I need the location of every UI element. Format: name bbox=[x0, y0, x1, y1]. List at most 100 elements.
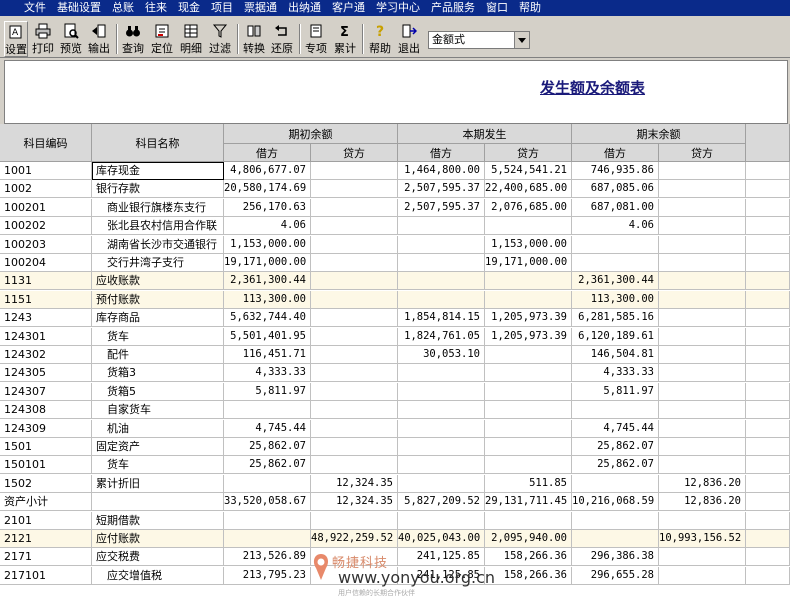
cell-current-debit[interactable]: 1,854,814.15 bbox=[398, 309, 485, 328]
cell-spacer[interactable] bbox=[746, 364, 790, 383]
cell-current-credit[interactable]: 29,131,711.45 bbox=[485, 493, 572, 512]
cell-current-credit[interactable]: 158,266.36 bbox=[485, 548, 572, 567]
export-button[interactable]: 输出 bbox=[86, 21, 112, 57]
table-row[interactable]: 217101 应交增值税 213,795.23 241,125.85 158,266.… bbox=[0, 566, 790, 585]
table-row[interactable]: 150101 货车 25,862.07 25,862.07 bbox=[0, 456, 790, 475]
cell-current-credit[interactable] bbox=[485, 272, 572, 291]
cell-opening-credit[interactable] bbox=[311, 309, 398, 328]
cell-opening-debit[interactable] bbox=[224, 530, 311, 548]
table-row[interactable]: 2171 应交税费 213,526.89 241,125.85 158,266.36 29… bbox=[0, 548, 790, 567]
cell-closing-credit[interactable]: 10,993,156.52 bbox=[659, 530, 746, 548]
cell-spacer[interactable] bbox=[746, 401, 790, 420]
cell-opening-debit[interactable]: 25,862.07 bbox=[224, 456, 311, 475]
cell-code[interactable]: 150101 bbox=[0, 456, 92, 475]
cell-spacer[interactable] bbox=[746, 162, 790, 180]
cell-current-debit[interactable]: 1,824,761.05 bbox=[398, 327, 485, 346]
cell-current-debit[interactable]: 2,507,595.37 bbox=[398, 180, 485, 199]
table-row[interactable]: 100204 交行井湾子支行 19,171,000.00 19,171,000.00 bbox=[0, 254, 790, 272]
cell-code[interactable]: 资产小计 bbox=[0, 493, 92, 512]
cell-closing-debit[interactable]: 6,281,585.16 bbox=[572, 309, 659, 328]
cell-current-debit[interactable] bbox=[398, 438, 485, 456]
cell-code[interactable]: 124302 bbox=[0, 346, 92, 364]
cell-closing-debit[interactable]: 4.06 bbox=[572, 217, 659, 236]
cell-current-credit[interactable] bbox=[485, 438, 572, 456]
cell-opening-credit[interactable] bbox=[311, 254, 398, 272]
cell-closing-debit[interactable]: 746,935.86 bbox=[572, 162, 659, 180]
cell-current-credit[interactable]: 1,205,973.39 bbox=[485, 309, 572, 328]
cell-name[interactable]: 应交增值税 bbox=[92, 566, 224, 585]
cell-spacer[interactable] bbox=[746, 327, 790, 346]
cell-opening-debit[interactable]: 4,333.33 bbox=[224, 364, 311, 383]
cell-current-debit[interactable]: 1,464,800.00 bbox=[398, 162, 485, 180]
cell-spacer[interactable] bbox=[746, 382, 790, 401]
cell-code[interactable]: 124301 bbox=[0, 327, 92, 346]
cell-opening-credit[interactable] bbox=[311, 217, 398, 236]
cell-current-debit[interactable]: 241,125.85 bbox=[398, 548, 485, 567]
cell-opening-debit[interactable]: 4.06 bbox=[224, 217, 311, 236]
cell-opening-debit[interactable]: 5,501,401.95 bbox=[224, 327, 311, 346]
cell-current-credit[interactable]: 1,205,973.39 bbox=[485, 327, 572, 346]
cell-spacer[interactable] bbox=[746, 309, 790, 328]
cell-current-credit[interactable]: 1,153,000.00 bbox=[485, 235, 572, 254]
cell-current-debit[interactable] bbox=[398, 235, 485, 254]
cell-name[interactable]: 商业银行旗楼东支行 bbox=[92, 198, 224, 217]
cell-name[interactable]: 应收账款 bbox=[92, 272, 224, 291]
cell-opening-credit[interactable] bbox=[311, 566, 398, 585]
cell-spacer[interactable] bbox=[746, 493, 790, 512]
cell-code[interactable]: 2121 bbox=[0, 530, 92, 548]
table-row[interactable]: 100202 张北县农村信用合作联 4.06 4.06 bbox=[0, 217, 790, 236]
query-button[interactable]: 查询 bbox=[120, 21, 146, 57]
special-button[interactable]: 专项 bbox=[303, 21, 329, 57]
menu-item[interactable]: 客户通 bbox=[332, 0, 365, 16]
cell-closing-debit[interactable]: 25,862.07 bbox=[572, 438, 659, 456]
cell-current-debit[interactable]: 30,053.10 bbox=[398, 346, 485, 364]
cell-opening-credit[interactable] bbox=[311, 162, 398, 180]
cell-code[interactable]: 1001 bbox=[0, 162, 92, 180]
cell-name[interactable]: 货箱3 bbox=[92, 364, 224, 383]
menu-item[interactable]: 总账 bbox=[112, 0, 134, 16]
menu-item[interactable]: 现金 bbox=[178, 0, 200, 16]
cell-name[interactable]: 货箱5 bbox=[92, 382, 224, 401]
cell-name[interactable]: 库存商品 bbox=[92, 309, 224, 328]
cell-opening-debit[interactable]: 4,806,677.07 bbox=[224, 162, 311, 180]
cell-closing-debit[interactable]: 4,745.44 bbox=[572, 419, 659, 438]
cell-closing-debit[interactable]: 296,386.38 bbox=[572, 548, 659, 567]
table-row[interactable]: 124302 配件 116,451.71 30,053.10 146,504.81 bbox=[0, 346, 790, 364]
cell-current-debit[interactable]: 5,827,209.52 bbox=[398, 493, 485, 512]
cell-name[interactable]: 配件 bbox=[92, 346, 224, 364]
cell-closing-debit[interactable]: 113,300.00 bbox=[572, 290, 659, 309]
menu-item[interactable]: 项目 bbox=[211, 0, 233, 16]
menu-item[interactable]: 产品服务 bbox=[431, 0, 475, 16]
cell-name[interactable]: 累计折旧 bbox=[92, 474, 224, 493]
table-row[interactable]: 124305 货箱3 4,333.33 4,333.33 bbox=[0, 364, 790, 383]
cell-code[interactable]: 124305 bbox=[0, 364, 92, 383]
cell-closing-debit[interactable]: 25,862.07 bbox=[572, 456, 659, 475]
cell-name[interactable]: 银行存款 bbox=[92, 180, 224, 199]
cell-current-credit[interactable] bbox=[485, 290, 572, 309]
cell-spacer[interactable] bbox=[746, 511, 790, 530]
cell-code[interactable]: 1131 bbox=[0, 272, 92, 291]
convert-button[interactable]: 转换 bbox=[241, 21, 267, 57]
menu-item[interactable]: 票据通 bbox=[244, 0, 277, 16]
cell-current-debit[interactable] bbox=[398, 254, 485, 272]
cell-name[interactable]: 预付账款 bbox=[92, 290, 224, 309]
format-select[interactable]: 金额式 bbox=[428, 31, 530, 49]
locate-button[interactable]: 定位 bbox=[149, 21, 175, 57]
cell-closing-credit[interactable] bbox=[659, 346, 746, 364]
cell-name[interactable]: 湖南省长沙市交通银行 bbox=[92, 235, 224, 254]
cell-current-debit[interactable] bbox=[398, 419, 485, 438]
settings-button[interactable]: A 设置 bbox=[4, 21, 28, 57]
cell-current-debit[interactable]: 2,507,595.37 bbox=[398, 198, 485, 217]
cell-current-debit[interactable] bbox=[398, 511, 485, 530]
cell-spacer[interactable] bbox=[746, 217, 790, 236]
cell-current-debit[interactable] bbox=[398, 456, 485, 475]
cell-code[interactable]: 1002 bbox=[0, 180, 92, 199]
cell-current-credit[interactable] bbox=[485, 511, 572, 530]
cell-opening-debit[interactable]: 116,451.71 bbox=[224, 346, 311, 364]
table-row[interactable]: 1001 库存现金 4,806,677.07 1,464,800.00 5,524,54… bbox=[0, 162, 790, 180]
table-row[interactable]: 2101 短期借款 bbox=[0, 511, 790, 530]
cell-closing-debit[interactable] bbox=[572, 401, 659, 420]
cell-current-credit[interactable]: 511.85 bbox=[485, 474, 572, 493]
cell-current-credit[interactable]: 5,524,541.21 bbox=[485, 162, 572, 180]
cumulative-button[interactable]: Σ 累计 bbox=[332, 21, 358, 57]
